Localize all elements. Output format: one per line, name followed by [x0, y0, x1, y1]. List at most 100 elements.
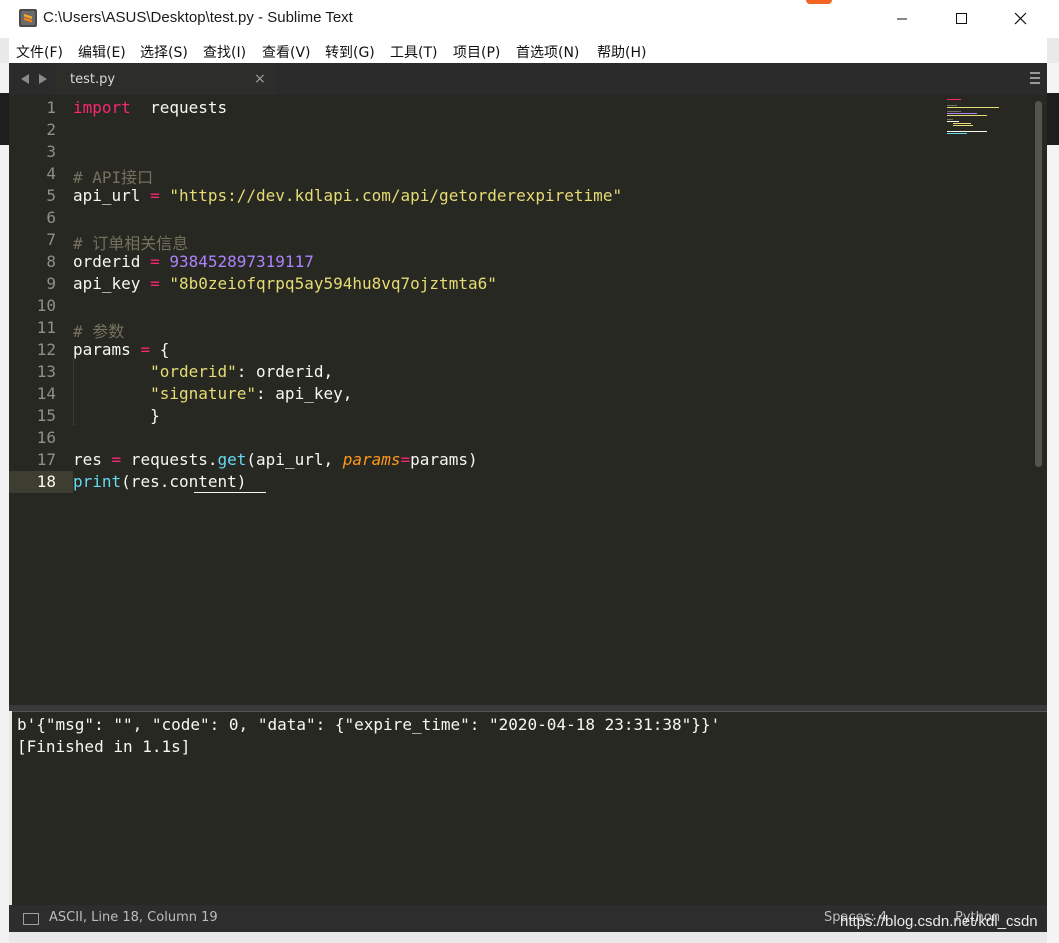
code-token: (api_url,: [246, 450, 343, 469]
line-number: 1: [46, 98, 56, 117]
code-token: params): [410, 450, 478, 469]
line-number: 9: [46, 274, 56, 293]
output-line: b'{"msg": "", "code": 0, "data": {"expir…: [17, 715, 721, 734]
code-token: 938452897319117: [159, 252, 314, 271]
menu-view[interactable]: 查看(V): [262, 42, 311, 62]
line-number: 4: [46, 164, 56, 183]
desktop-orange-mark: [806, 0, 832, 4]
code-token: params: [342, 450, 401, 469]
code-token: # API接口: [73, 168, 154, 187]
menu-edit[interactable]: 编辑(E): [78, 42, 126, 62]
close-button[interactable]: [991, 0, 1049, 38]
code-line[interactable]: "orderid": orderid,: [73, 362, 333, 381]
code-token: =: [150, 274, 160, 293]
code-token: requests: [130, 98, 228, 117]
menu-bar: 文件(F) 编辑(E) 选择(S) 查找(I) 查看(V) 转到(G) 工具(T…: [9, 38, 1047, 63]
window-title: C:\Users\ASUS\Desktop\test.py - Sublime …: [43, 9, 353, 26]
menu-help[interactable]: 帮助(H): [597, 42, 646, 62]
tab-close-icon[interactable]: ×: [254, 71, 266, 87]
tab-test-py[interactable]: test.py ×: [55, 65, 275, 95]
desktop-left-edge: [0, 63, 9, 943]
menu-project[interactable]: 项目(P): [453, 42, 500, 62]
code-token: print: [73, 472, 122, 491]
code-token: }: [73, 406, 160, 425]
code-line[interactable]: # 参数: [73, 318, 124, 342]
menu-preferences[interactable]: 首选项(N): [516, 42, 579, 62]
code-token: "8b0zeiofqrpq5ay594hu8vq7ojztmta6": [159, 274, 497, 293]
line-number: 5: [46, 186, 56, 205]
line-number: 8: [46, 252, 56, 271]
menu-goto[interactable]: 转到(G): [325, 42, 375, 62]
output-line: [Finished in 1.1s]: [17, 737, 191, 756]
code-token: "signature": [150, 384, 257, 403]
sublime-app-icon: [19, 9, 37, 27]
code-line[interactable]: res = requests.get(api_url, params=param…: [73, 450, 478, 469]
title-bar: C:\Users\ASUS\Desktop\test.py - Sublime …: [0, 0, 1059, 38]
code-token: =: [400, 450, 411, 469]
tab-scroll-right-icon[interactable]: [39, 74, 47, 84]
bracket-underline: [194, 492, 266, 493]
code-token: : orderid,: [236, 362, 334, 381]
line-number: 18: [36, 472, 56, 491]
hamburger-menu-icon[interactable]: [1030, 72, 1040, 87]
line-number: 11: [36, 318, 56, 337]
desktop-left-dark-strip: [0, 93, 9, 145]
code-token: api_url: [73, 186, 151, 205]
code-line[interactable]: "signature": api_key,: [73, 384, 352, 403]
code-line[interactable]: # 订单相关信息: [73, 230, 188, 254]
code-line[interactable]: # API接口: [73, 164, 153, 188]
code-line[interactable]: orderid = 938452897319117: [73, 252, 314, 271]
code-line[interactable]: }: [73, 406, 160, 425]
code-token: # 参数: [73, 322, 125, 341]
line-number: 14: [36, 384, 56, 403]
code-token: =: [111, 450, 122, 469]
status-position: ASCII, Line 18, Column 19: [49, 910, 218, 925]
minimize-icon: [897, 18, 907, 20]
tab-scroll-left-icon[interactable]: [21, 74, 29, 84]
line-number-gutter: 1 2 3 4 5 6 7 8 9 10 11 12 13 14 15 16 17 18: [9, 95, 65, 705]
minimap[interactable]: [945, 98, 1005, 138]
watermark-text: https://blog.csdn.net/kdl_csdn: [840, 913, 1038, 930]
menu-find[interactable]: 查找(I): [203, 42, 246, 62]
build-output-panel: b'{"msg": "", "code": 0, "data": {"expir…: [12, 711, 1047, 906]
line-number: 16: [36, 428, 56, 447]
code-token: {: [150, 340, 170, 359]
menu-selection[interactable]: 选择(S): [140, 42, 188, 62]
code-token: requests.: [121, 450, 218, 469]
code-token: import: [73, 98, 131, 117]
code-token: orderid: [73, 252, 151, 271]
code-token: "orderid": [150, 362, 237, 381]
menu-file[interactable]: 文件(F): [16, 42, 63, 62]
menu-tools[interactable]: 工具(T): [390, 42, 437, 62]
line-number: 17: [36, 450, 56, 469]
tab-label: test.py: [70, 72, 116, 87]
minimize-button[interactable]: [873, 0, 931, 38]
code-token: =: [140, 340, 151, 359]
maximize-button[interactable]: [932, 0, 990, 38]
desktop-right-dark-strip: [1047, 93, 1059, 145]
desktop-right-edge: [1047, 63, 1059, 943]
line-number: 7: [46, 230, 56, 249]
line-number: 15: [36, 406, 56, 425]
editor-scrollbar[interactable]: [1035, 101, 1042, 467]
line-number: 2: [46, 120, 56, 139]
code-line[interactable]: api_url = "https://dev.kdlapi.com/api/ge…: [73, 186, 622, 205]
code-token: get: [217, 450, 247, 469]
maximize-icon: [956, 13, 967, 24]
code-token: =: [150, 252, 160, 271]
panel-toggle-icon[interactable]: [23, 913, 39, 925]
code-token: api_key: [73, 274, 151, 293]
code-token: # 订单相关信息: [73, 234, 189, 253]
code-line[interactable]: import requests: [73, 98, 227, 117]
line-number: 12: [36, 340, 56, 359]
code-line[interactable]: api_key = "8b0zeiofqrpq5ay594hu8vq7ojztm…: [73, 274, 497, 293]
code-token: res: [73, 450, 112, 469]
close-icon: [1014, 12, 1027, 25]
code-token: : api_key,: [256, 384, 353, 403]
code-line[interactable]: print(res.content): [73, 472, 246, 491]
code-editor[interactable]: 1 2 3 4 5 6 7 8 9 10 11 12 13 14 15 16 17 18 import reque…: [9, 95, 1047, 705]
code-token: (res.content): [121, 472, 247, 491]
code-line[interactable]: params = {: [73, 340, 169, 359]
